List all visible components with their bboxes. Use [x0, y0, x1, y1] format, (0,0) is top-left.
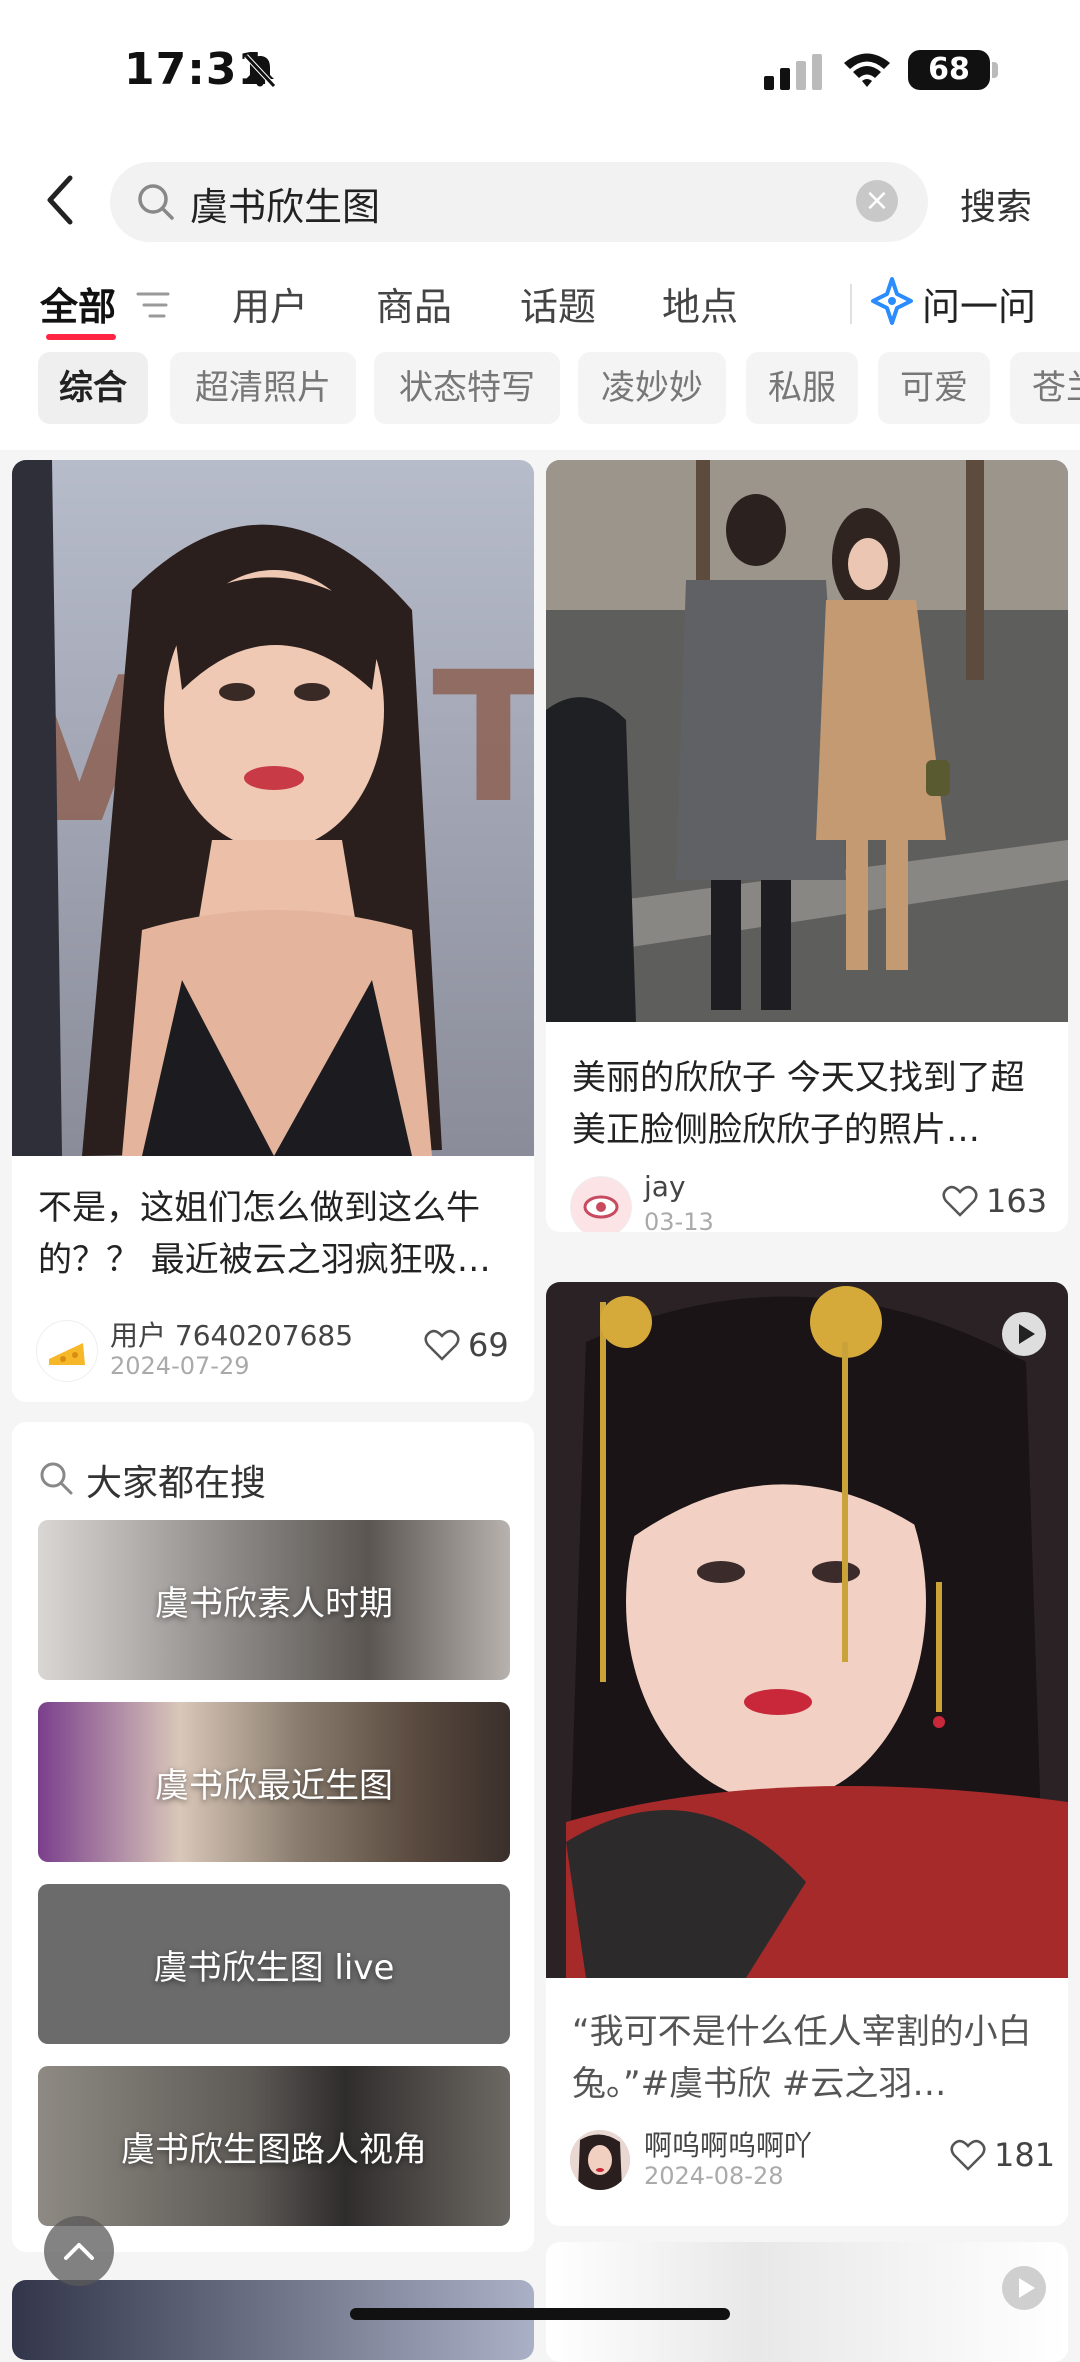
author-avatar[interactable]: [36, 1320, 98, 1382]
heart-icon[interactable]: [424, 1328, 460, 1362]
note-title[interactable]: 不是，这姐们怎么做到这么牛的？？ 最近被云之羽疯狂吸…: [38, 1182, 518, 1286]
trending-header: 大家都在搜: [86, 1463, 267, 1504]
cellular-signal-icon: [764, 54, 822, 90]
search-button[interactable]: 搜索: [960, 178, 1032, 230]
cheese-avatar-icon: [49, 1343, 85, 1365]
note-date: 2024-07-29: [110, 1352, 250, 1380]
chip-comprehensive[interactable]: 综合: [38, 352, 148, 424]
note-title[interactable]: “我可不是什么任人宰割的小白兔。”#虞书欣 #云之羽…: [572, 2006, 1052, 2110]
note-card[interactable]: V T 不是，这姐们怎么做到这么牛的？？ 最近被云之羽疯狂吸… 用户 76402…: [12, 460, 534, 1402]
trending-item[interactable]: 虞书欣最近生图: [38, 1702, 510, 1862]
tab-users[interactable]: 用户: [232, 276, 308, 331]
search-header: 虞书欣生图 × 搜索 全部 用户 商品 话题 地点 问一问 综合 超清照片 状态…: [0, 140, 1080, 450]
active-tab-indicator: [46, 334, 116, 340]
author-name[interactable]: 用户 7640207685: [110, 1314, 353, 1354]
heart-icon[interactable]: [950, 2138, 986, 2172]
tab-topics[interactable]: 话题: [520, 276, 596, 331]
note-card[interactable]: [546, 2242, 1068, 2362]
ask-sparkle-icon[interactable]: [870, 276, 914, 326]
chip-ling-miaomiao[interactable]: 凌妙妙: [578, 352, 726, 424]
search-query[interactable]: 虞书欣生图: [190, 176, 380, 231]
trending-item-label[interactable]: 虞书欣生图 live: [38, 1884, 510, 2044]
home-indicator[interactable]: [350, 2308, 730, 2320]
tab-all[interactable]: 全部: [40, 276, 116, 331]
eye-avatar-icon: [583, 1195, 619, 1219]
trending-item-label[interactable]: 虞书欣最近生图: [38, 1702, 510, 1862]
heart-icon[interactable]: [942, 1184, 978, 1218]
like-count: 163: [986, 1182, 1048, 1220]
note-date: 2024-08-28: [644, 2162, 784, 2190]
chip-cute[interactable]: 可爱: [878, 352, 990, 424]
chip-closeup[interactable]: 状态特写: [374, 352, 560, 424]
search-icon: [138, 184, 174, 220]
author-name[interactable]: jay: [644, 1170, 686, 1203]
like-count: 69: [468, 1326, 509, 1364]
video-play-icon[interactable]: [1002, 2266, 1046, 2310]
chevron-up-icon: [64, 2243, 94, 2260]
note-card[interactable]: [12, 2280, 534, 2360]
trending-item[interactable]: 虞书欣素人时期: [38, 1520, 510, 1680]
author-name[interactable]: 啊呜啊呜啊吖: [644, 2124, 812, 2164]
svg-text:T: T: [432, 634, 534, 843]
battery-indicator: 68: [908, 50, 990, 90]
note-cover-image[interactable]: [546, 460, 1068, 1022]
trending-item[interactable]: 虞书欣生图路人视角: [38, 2066, 510, 2226]
note-title[interactable]: 美丽的欣欣子 今天又找到了超美正脸侧脸欣欣子的照片…: [572, 1052, 1052, 1156]
mute-bell-icon: [244, 54, 276, 88]
tab-products[interactable]: 商品: [376, 276, 452, 331]
video-play-icon[interactable]: [1002, 1312, 1046, 1356]
tab-divider: [850, 284, 852, 324]
clear-icon[interactable]: ×: [856, 180, 898, 222]
like-count: 181: [994, 2136, 1056, 2174]
chip-canglan[interactable]: 苍兰: [1010, 352, 1080, 424]
note-card[interactable]: 美丽的欣欣子 今天又找到了超美正脸侧脸欣欣子的照片… jay 03-13 163: [546, 460, 1068, 1232]
note-cover-image[interactable]: [546, 1282, 1068, 1978]
chip-hd-photos[interactable]: 超清照片: [170, 352, 356, 424]
ask-button[interactable]: 问一问: [922, 276, 1036, 331]
trending-item[interactable]: 虞书欣生图 live: [38, 1884, 510, 2044]
scroll-to-top-button[interactable]: [44, 2216, 114, 2286]
search-input[interactable]: 虞书欣生图 ×: [110, 162, 928, 242]
trending-item-label[interactable]: 虞书欣素人时期: [38, 1520, 510, 1680]
status-bar: 17:31 68: [0, 0, 1080, 140]
wifi-icon: [844, 53, 890, 87]
search-icon: [40, 1462, 73, 1495]
note-card[interactable]: “我可不是什么任人宰割的小白兔。”#虞书欣 #云之羽… 啊呜啊呜啊吖 2024-…: [546, 1282, 1068, 2226]
filter-icon[interactable]: [136, 290, 170, 320]
chip-casual-wear[interactable]: 私服: [746, 352, 858, 424]
back-arrow-icon[interactable]: [40, 170, 80, 230]
note-cover-image[interactable]: V T: [12, 460, 534, 1156]
trending-searches-panel: 大家都在搜 虞书欣素人时期 虞书欣最近生图 虞书欣生图 live 虞书欣生图路人…: [12, 1422, 534, 2252]
filter-chips: 综合 超清照片 状态特写 凌妙妙 私服 可爱 苍兰: [0, 352, 1080, 432]
portrait-avatar-icon: [570, 2130, 630, 2190]
trending-item-label[interactable]: 虞书欣生图路人视角: [38, 2066, 510, 2226]
note-date: 03-13: [644, 1208, 714, 1232]
battery-tip: [992, 62, 998, 78]
author-avatar[interactable]: [570, 1176, 632, 1232]
tab-places[interactable]: 地点: [662, 276, 738, 331]
author-avatar[interactable]: [570, 2130, 630, 2190]
result-tabs: 全部 用户 商品 话题 地点 问一问: [0, 260, 1080, 340]
